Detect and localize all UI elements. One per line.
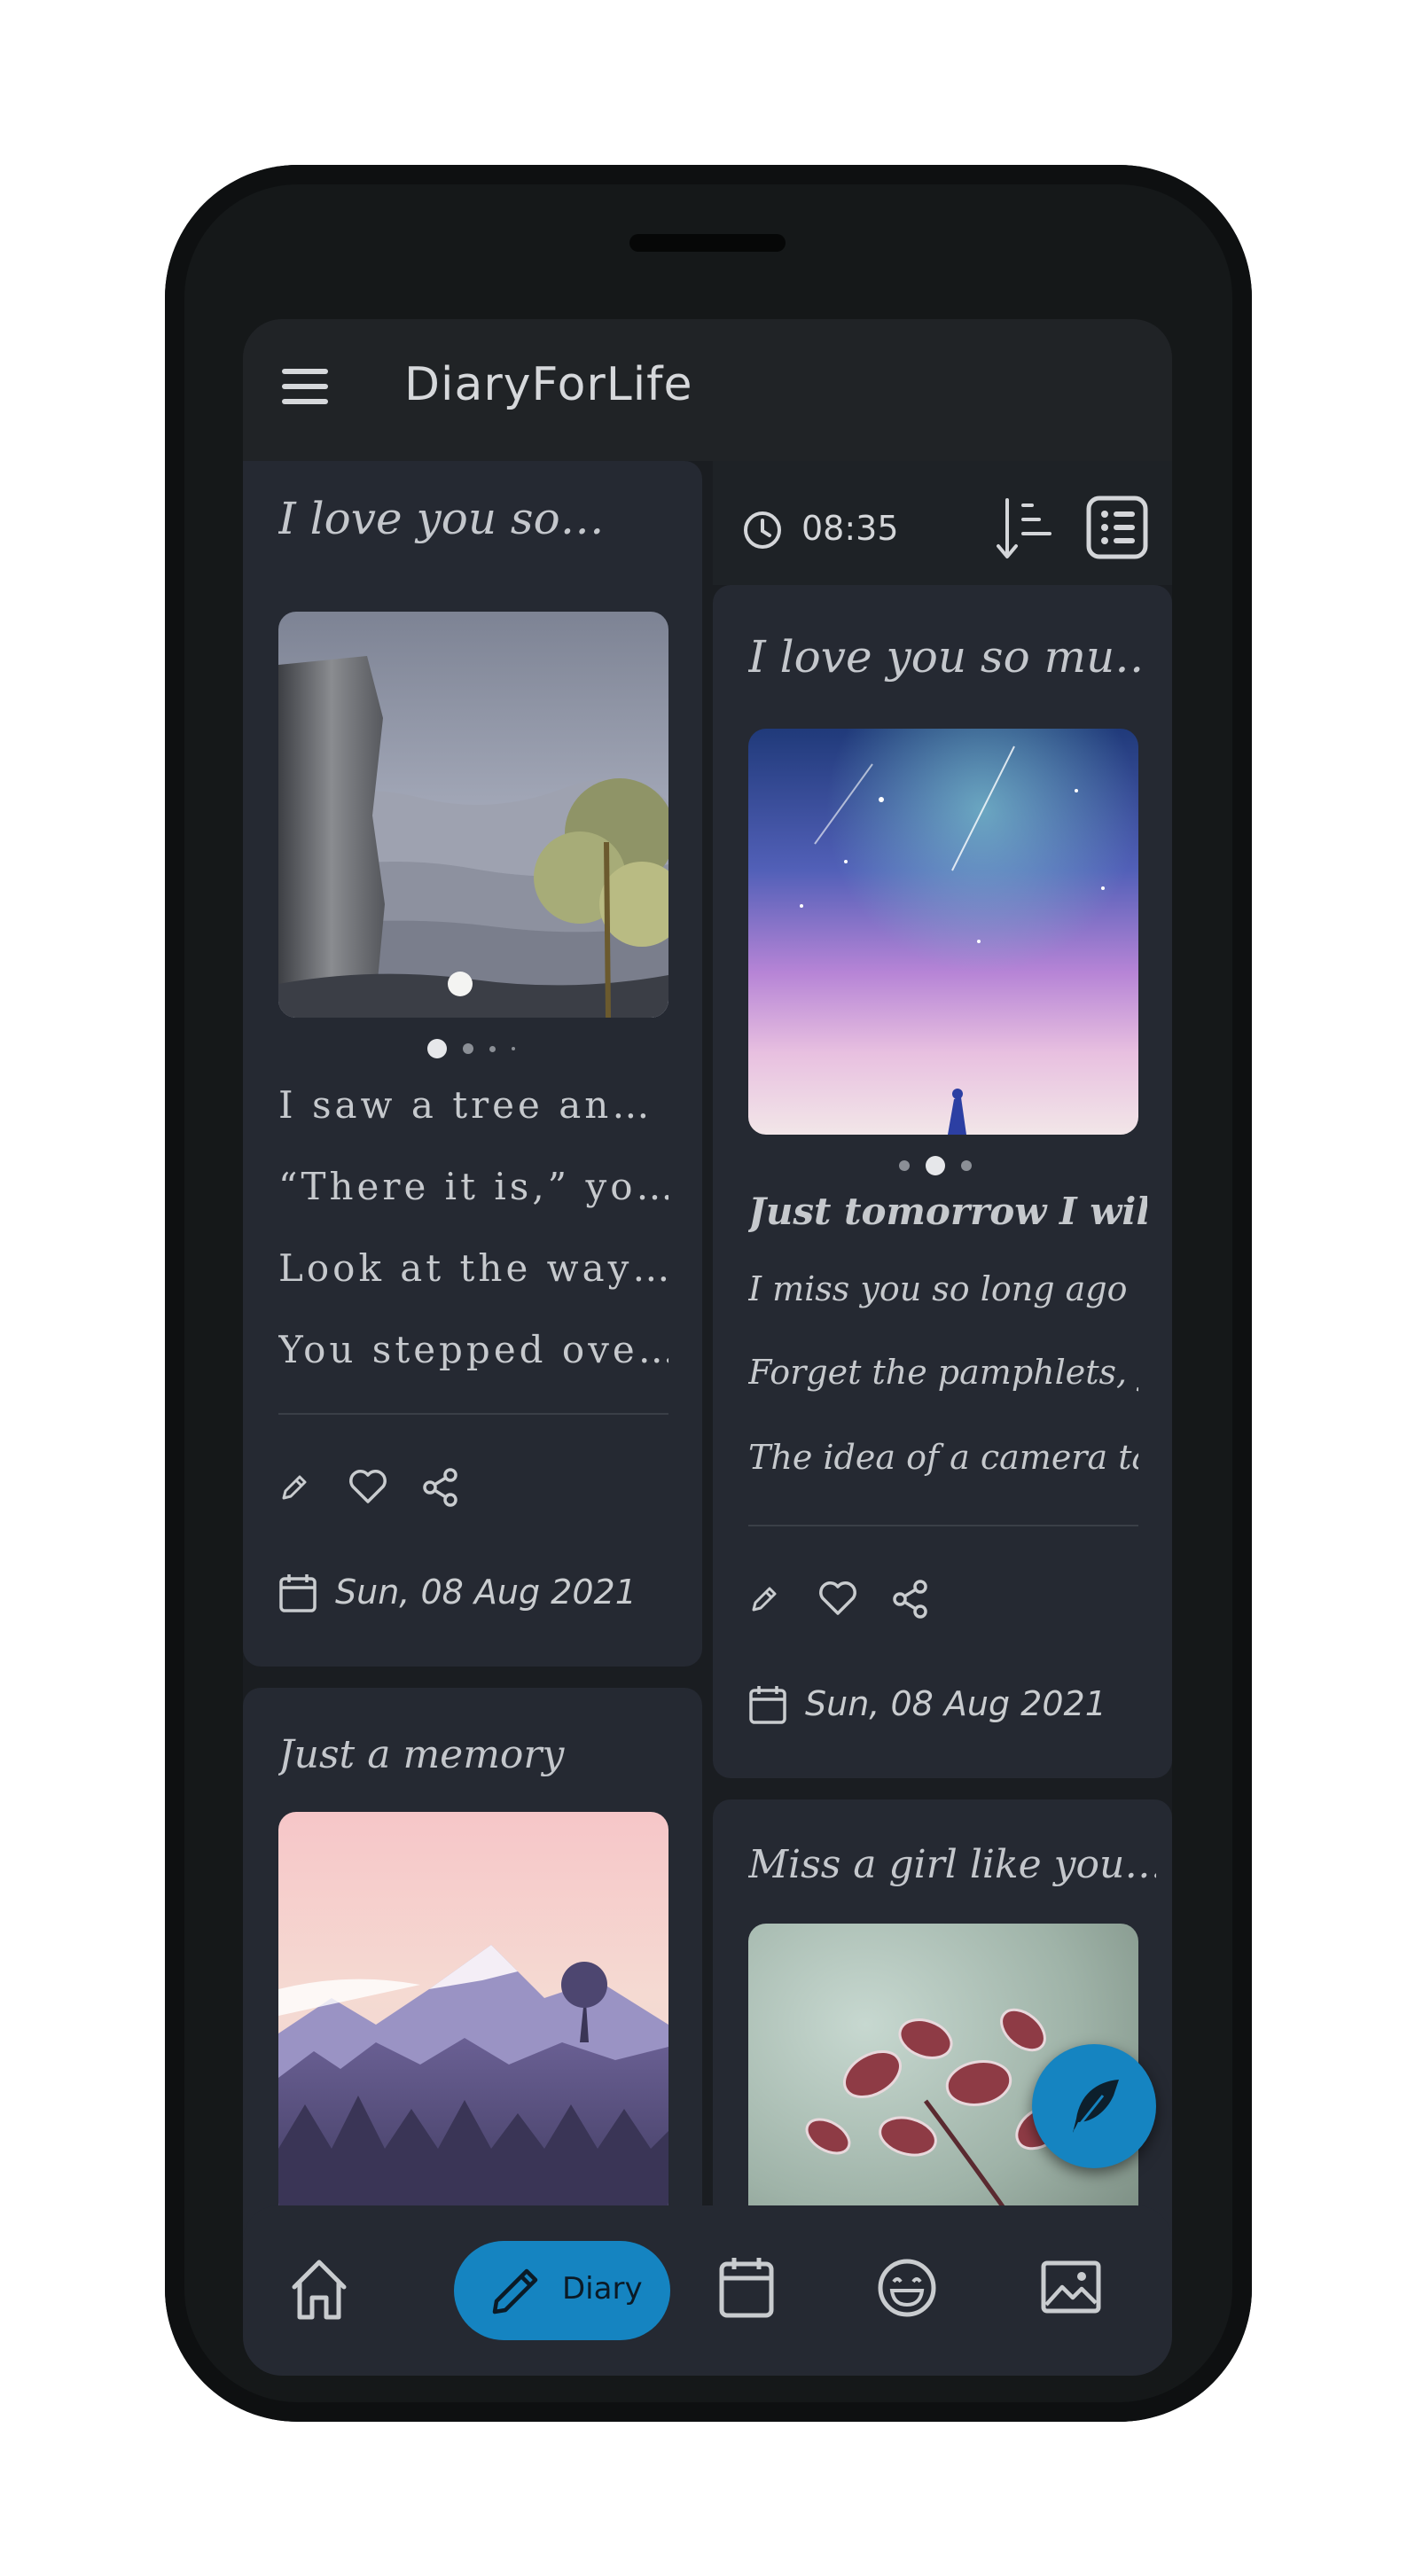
image-carousel-dots bbox=[899, 1156, 972, 1175]
calendar-icon[interactable] bbox=[718, 2255, 775, 2319]
feather-icon bbox=[1073, 2080, 1119, 2133]
diary-toolbar: 08:35 bbox=[713, 461, 1172, 585]
card-image[interactable] bbox=[748, 729, 1138, 1135]
carousel-dot[interactable] bbox=[899, 1160, 910, 1171]
diary-card[interactable]: Miss a girl like you… ··· bbox=[713, 1799, 1172, 2260]
calendar-icon bbox=[279, 1574, 317, 1612]
carousel-dot-active[interactable] bbox=[427, 1039, 447, 1058]
entry-date: Sun, 08 Aug 2021 bbox=[335, 1573, 637, 1612]
entry-line: I saw a tree an… bbox=[278, 1083, 653, 1127]
entry-line: Forget the pamphlets, yo… bbox=[748, 1353, 1138, 1392]
diary-card[interactable]: Just a memory bbox=[243, 1688, 702, 2255]
clock-icon bbox=[744, 511, 781, 549]
card-divider bbox=[748, 1525, 1138, 1526]
card-title: Just a memory bbox=[278, 1732, 565, 1777]
share-icon[interactable] bbox=[422, 1468, 459, 1507]
smiley-icon[interactable] bbox=[876, 2257, 938, 2319]
diary-card[interactable]: I love you so mu… Just tomorrow I wi I m… bbox=[713, 585, 1172, 1778]
card-image[interactable] bbox=[278, 612, 668, 1018]
image-carousel-dots bbox=[427, 1039, 515, 1058]
card-divider bbox=[278, 1413, 668, 1415]
current-time: 08:35 bbox=[801, 509, 899, 548]
galaxy-sky-image bbox=[748, 729, 1138, 1135]
new-entry-fab[interactable] bbox=[1032, 2044, 1156, 2168]
carousel-dot[interactable] bbox=[961, 1160, 972, 1171]
app-screen: DiaryForLife 08:35 I love you so… I saw … bbox=[243, 319, 1172, 2376]
phone-speaker bbox=[629, 234, 786, 252]
entry-line: Just tomorrow I will go… bbox=[748, 1190, 1147, 1233]
edit-icon[interactable] bbox=[748, 1583, 780, 1615]
entry-line: I miss you so long ago … bbox=[748, 1269, 1138, 1308]
heart-icon[interactable] bbox=[817, 1580, 858, 1617]
entry-line: You stepped ove… bbox=[278, 1328, 668, 1371]
card-title: I love you so mu… bbox=[748, 631, 1147, 683]
app-title: DiaryForLife bbox=[404, 358, 693, 411]
entry-date: Sun, 08 Aug 2021 bbox=[805, 1684, 1106, 1723]
list-view-icon[interactable] bbox=[1085, 495, 1149, 560]
app-bar: DiaryForLife bbox=[243, 319, 1172, 461]
carousel-dot-active[interactable] bbox=[926, 1156, 945, 1175]
menu-icon[interactable] bbox=[282, 367, 328, 406]
waterfall-landscape-image bbox=[278, 612, 668, 1018]
carousel-dot[interactable] bbox=[489, 1045, 496, 1052]
card-title: I love you so… bbox=[278, 493, 605, 544]
card-title: Miss a girl like you… ··· bbox=[748, 1842, 1156, 1887]
card-image[interactable] bbox=[278, 1812, 668, 2220]
calendar-icon bbox=[749, 1686, 786, 1724]
entry-line: The idea of a camera ta… bbox=[748, 1438, 1138, 1477]
entry-line: Look at the way… bbox=[278, 1246, 668, 1290]
edit-icon[interactable] bbox=[278, 1471, 310, 1503]
sort-icon[interactable] bbox=[995, 496, 1057, 560]
carousel-dot[interactable] bbox=[512, 1047, 515, 1050]
home-icon[interactable] bbox=[289, 2257, 349, 2322]
entry-line: “There it is,” yo… bbox=[278, 1165, 668, 1208]
share-icon[interactable] bbox=[892, 1580, 929, 1619]
nav-diary-label: Diary bbox=[562, 2271, 643, 2307]
bottom-navigation: Diary bbox=[243, 2205, 1172, 2376]
nav-diary-tab[interactable]: Diary bbox=[454, 2241, 670, 2340]
image-icon[interactable] bbox=[1041, 2260, 1101, 2314]
carousel-dot[interactable] bbox=[463, 1043, 473, 1054]
mountain-sunset-image bbox=[278, 1812, 668, 2220]
pencil-icon bbox=[492, 2268, 538, 2314]
heart-icon[interactable] bbox=[348, 1468, 388, 1505]
diary-card[interactable]: I love you so… I saw a tree an… “There i… bbox=[243, 461, 702, 1667]
